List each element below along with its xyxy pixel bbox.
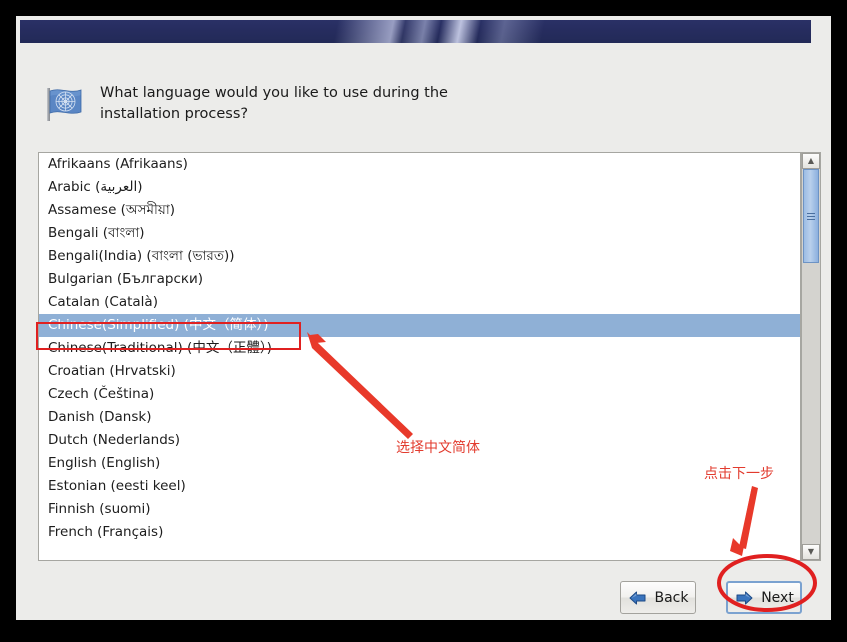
installer-window: What language would you like to use duri… — [16, 16, 831, 620]
next-button[interactable]: Next — [726, 581, 802, 614]
language-list-scrollbar[interactable]: ▲ ▼ — [801, 152, 821, 561]
language-list-item[interactable]: Assamese (অসমীয়া) — [39, 199, 800, 222]
language-list-item[interactable]: Bulgarian (Български) — [39, 268, 800, 291]
title-banner — [20, 20, 811, 43]
back-button[interactable]: Back — [620, 581, 696, 614]
annotation-select-language: 选择中文简体 — [396, 440, 480, 456]
language-list-item[interactable]: Finnish (suomi) — [39, 498, 800, 521]
scrollbar-thumb[interactable] — [803, 169, 819, 263]
language-list-item[interactable]: Danish (Dansk) — [39, 406, 800, 429]
prompt-area: What language would you like to use duri… — [40, 80, 470, 126]
screen: What language would you like to use duri… — [0, 0, 847, 642]
language-list-viewport[interactable]: Afrikaans (Afrikaans) Arabic (العربية) Ass… — [39, 153, 800, 560]
scroll-up-button[interactable]: ▲ — [802, 153, 820, 169]
language-list-item[interactable]: Croatian (Hrvatski) — [39, 360, 800, 383]
back-button-label: Back — [654, 589, 689, 606]
scroll-down-button[interactable]: ▼ — [802, 544, 820, 560]
prompt-text: What language would you like to use duri… — [100, 85, 448, 122]
next-button-label: Next — [761, 589, 794, 606]
language-list-item[interactable]: Afrikaans (Afrikaans) — [39, 153, 800, 176]
language-list-item[interactable]: Czech (Čeština) — [39, 383, 800, 406]
arrow-left-icon — [629, 591, 645, 604]
un-flag-icon — [40, 80, 86, 126]
language-list-item[interactable]: Bengali (বাংলা) — [39, 222, 800, 245]
language-list-item[interactable]: Arabic (العربية) — [39, 176, 800, 199]
language-list-item[interactable]: French (Français) — [39, 521, 800, 544]
annotation-click-next: 点击下一步 — [704, 466, 774, 482]
chevron-down-icon: ▼ — [807, 547, 815, 556]
arrow-right-icon — [736, 591, 753, 604]
chevron-up-icon: ▲ — [807, 156, 815, 165]
language-list-item[interactable]: Bengali(India) (বাংলা (ভারত)) — [39, 245, 800, 268]
language-list-item[interactable]: Chinese(Traditional) (中文（正體）) — [39, 337, 800, 360]
scrollbar-grip-icon — [807, 211, 815, 222]
button-bar: Back Next — [16, 579, 831, 619]
language-list-item[interactable]: Catalan (Català) — [39, 291, 800, 314]
language-list-item[interactable]: Estonian (eesti keel) — [39, 475, 800, 498]
language-list[interactable]: Afrikaans (Afrikaans) Arabic (العربية) Ass… — [38, 152, 801, 561]
language-list-item[interactable]: Chinese(Simplified) (中文（简体）) — [39, 314, 800, 337]
